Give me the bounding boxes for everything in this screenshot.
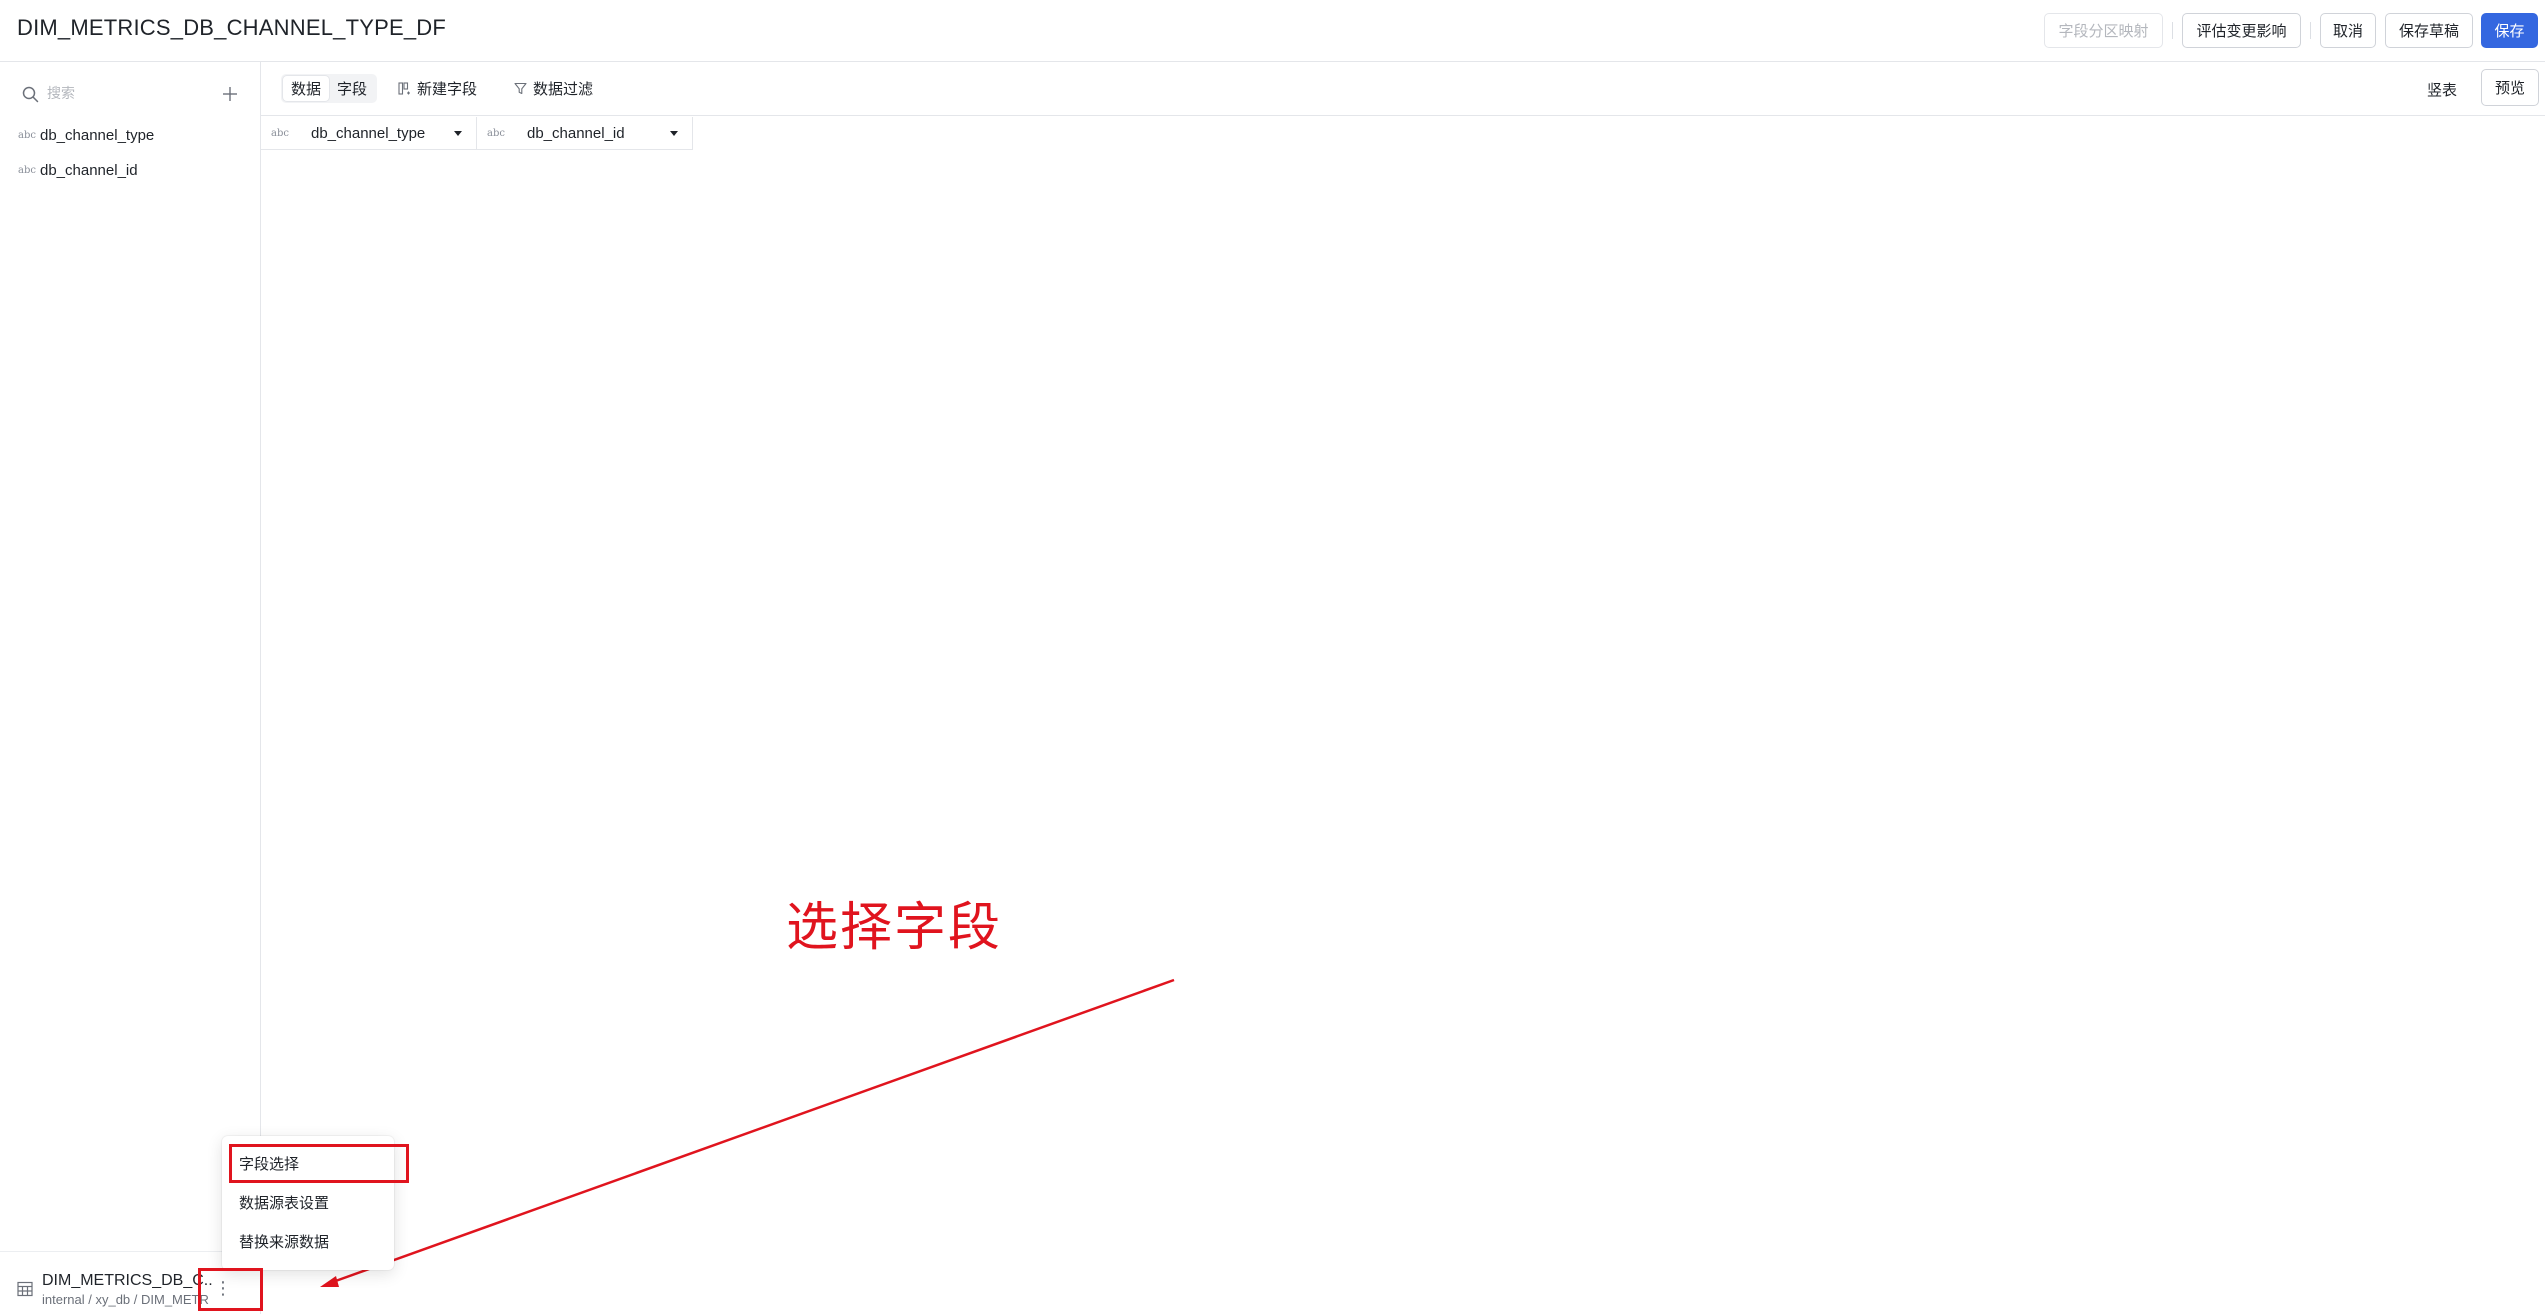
page-title: DIM_METRICS_DB_CHANNEL_TYPE_DF — [17, 15, 446, 40]
tab-data[interactable]: 数据 — [283, 76, 329, 101]
string-type-icon: abc — [271, 127, 289, 139]
caret-down-icon[interactable] — [670, 130, 678, 136]
highlight-box-more-button — [198, 1268, 263, 1311]
field-sidebar: abc db_channel_type abc db_channel_id DI… — [0, 62, 261, 1314]
string-type-icon: abc — [18, 129, 36, 141]
search-input[interactable] — [47, 82, 207, 106]
filter-icon — [514, 82, 527, 95]
preview-button[interactable]: 预览 — [2481, 69, 2539, 106]
search-row — [0, 80, 261, 108]
column-header[interactable]: abc db_channel_id — [477, 117, 693, 150]
save-draft-button[interactable]: 保存草稿 — [2385, 13, 2473, 48]
highlight-box-menu-item — [229, 1144, 409, 1183]
cancel-button[interactable]: 取消 — [2320, 13, 2376, 48]
field-name: db_channel_type — [40, 126, 155, 144]
field-item[interactable]: abc db_channel_id — [0, 155, 261, 185]
source-table-name: DIM_METRICS_DB_C... — [42, 1272, 212, 1289]
string-type-icon: abc — [487, 127, 505, 139]
header: DIM_METRICS_DB_CHANNEL_TYPE_DF 字段分区映射 评估… — [0, 0, 2545, 62]
annotation-arrow — [320, 978, 1175, 1287]
new-field-button[interactable]: 新建字段 — [398, 74, 477, 103]
string-type-icon: abc — [18, 164, 36, 176]
menu-item-replace-source-data[interactable]: 替换来源数据 — [222, 1222, 394, 1260]
field-name: db_channel_id — [40, 161, 138, 179]
add-icon[interactable] — [221, 85, 239, 103]
search-icon — [22, 86, 39, 103]
new-field-icon — [398, 82, 410, 95]
column-header[interactable]: abc db_channel_type — [261, 117, 477, 150]
data-filter-label: 数据过滤 — [533, 80, 594, 98]
header-divider — [2310, 22, 2311, 39]
field-item[interactable]: abc db_channel_type — [0, 120, 261, 150]
partition-mapping-button[interactable]: 字段分区映射 — [2044, 13, 2163, 48]
column-name: db_channel_type — [311, 124, 426, 142]
toolbar: 数据 字段 新建字段 数据过滤 竖表 预览 — [261, 62, 2545, 116]
table-icon — [17, 1281, 33, 1297]
view-tab-group: 数据 字段 — [281, 74, 377, 103]
annotation-text: 选择字段 — [786, 898, 1003, 958]
new-field-label: 新建字段 — [417, 80, 478, 98]
menu-item-source-table-settings[interactable]: 数据源表设置 — [222, 1183, 394, 1221]
source-table-path: internal / xy_db / DIM_METR — [42, 1292, 209, 1307]
caret-down-icon[interactable] — [454, 130, 462, 136]
tab-fields[interactable]: 字段 — [329, 76, 375, 101]
evaluate-impact-button[interactable]: 评估变更影响 — [2182, 13, 2301, 48]
vertical-table-toggle[interactable]: 竖表 — [2427, 79, 2457, 100]
header-divider — [2172, 22, 2173, 39]
column-name: db_channel_id — [527, 124, 625, 142]
save-button[interactable]: 保存 — [2481, 13, 2538, 48]
data-filter-button[interactable]: 数据过滤 — [514, 74, 593, 103]
